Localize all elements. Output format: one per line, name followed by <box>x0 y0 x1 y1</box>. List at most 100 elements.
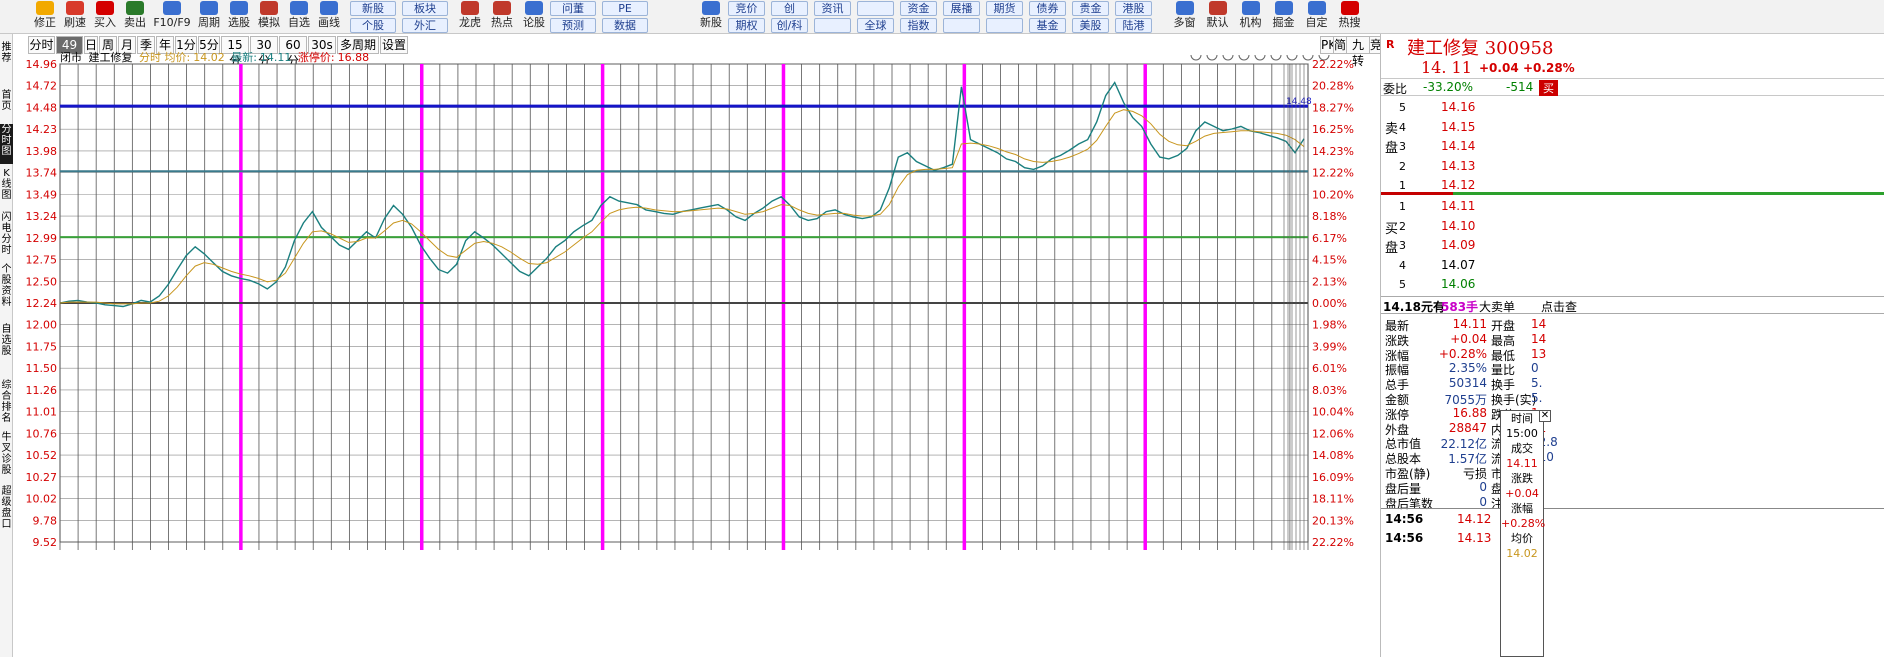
hand-icon[interactable] <box>1270 55 1282 61</box>
hot-search-button[interactable]: 热搜 <box>1333 0 1366 34</box>
dragon-button[interactable]: 龙虎 <box>454 0 486 34</box>
f10-button[interactable]: F10/F9 <box>150 0 194 34</box>
sell-button[interactable]: 卖出 <box>120 0 150 34</box>
discuss-button[interactable]: 论股 <box>518 0 550 34</box>
toolbar-pill-bottom[interactable]: 全球 <box>857 18 894 33</box>
multi-window-icon <box>1175 1 1194 15</box>
new-stock-icon <box>702 1 720 15</box>
toolbar-pill-bottom[interactable]: 数据 <box>602 18 648 33</box>
toolbar-pill-bottom[interactable]: 个股 <box>350 18 396 33</box>
simulate-button[interactable]: 模拟 <box>254 0 284 34</box>
tooltip-deal-label: 成交 <box>1511 442 1533 455</box>
toolbar-pill-bottom[interactable]: 期权 <box>728 18 765 33</box>
toolbar-pill-bottom[interactable]: 基金 <box>1029 18 1066 33</box>
leftnav-item-4[interactable]: 闪电分时 <box>0 212 13 262</box>
close-icon[interactable]: ✕ <box>1539 410 1551 422</box>
sell-level-row[interactable]: 5 14.16 <box>1381 98 1884 118</box>
select-stock-button[interactable]: 选股 <box>224 0 254 34</box>
toolbar-pill-bottom[interactable]: 指数 <box>900 18 937 33</box>
sell-level-row[interactable]: 3 14.14 <box>1381 137 1884 157</box>
buy-button[interactable]: 买入 <box>90 0 120 34</box>
tab-period-14[interactable]: 设置 <box>380 36 408 54</box>
buy-icon <box>96 1 114 15</box>
multi-window-button[interactable]: 多窗 <box>1168 0 1201 34</box>
y-tick-label-right: 12.22% <box>1312 167 1354 180</box>
leftnav-item-7[interactable]: 综合排名 <box>0 380 13 428</box>
dig-gold-button[interactable]: 掘金 <box>1267 0 1300 34</box>
clock-button[interactable]: 刷速 <box>60 0 90 34</box>
leftnav-item-1[interactable]: 首页 <box>0 90 13 112</box>
lock-icon[interactable] <box>1254 55 1266 61</box>
sell-level-row[interactable]: 2 14.13 <box>1381 157 1884 177</box>
buy-level-row[interactable]: 1 14.11 <box>1381 197 1884 217</box>
toolbar-pill-top[interactable]: 问董 <box>550 1 596 16</box>
leftnav-item-8[interactable]: 牛叉诊股 <box>0 432 13 482</box>
y-tick-label-left: 10.02 <box>26 493 58 506</box>
chart-svg[interactable]: 14.96 22.22%14.72 20.28%14.48 18.27%14.23 16… <box>14 55 1380 657</box>
toolbar-pill-top[interactable]: 债券 <box>1029 1 1066 16</box>
toolbar-pill-bottom[interactable]: 陆港 <box>1115 18 1152 33</box>
y-tick-label-left: 11.50 <box>26 362 58 375</box>
big-order-line[interactable]: 14.18元有 583手 大卖单 点击查 <box>1381 296 1884 314</box>
toolbar-pair: 资讯 <box>814 1 851 35</box>
toolbar-pill-top[interactable]: 新股 <box>350 1 396 16</box>
toolbar-pill-top[interactable]: 贵金 <box>1072 1 1109 16</box>
toolbar-pair: 全球 <box>857 1 894 35</box>
toolbar-pill-top[interactable]: 竞价 <box>728 1 765 16</box>
new-stock-button[interactable]: 新股 <box>694 0 728 34</box>
stat-value: 16.88 <box>1452 405 1487 420</box>
intraday-chart[interactable]: 14.96 22.22% 14.72 20.28% 14.48 18.27% 14.23 16… <box>14 55 1380 657</box>
chart-tool-tab-0[interactable]: PK <box>1320 36 1336 54</box>
toolbar-pill-top[interactable]: 期货 <box>986 1 1023 16</box>
default-button[interactable]: 默认 <box>1201 0 1234 34</box>
toolbar-pill-bottom[interactable] <box>943 18 980 33</box>
quick-buy-button[interactable]: 买 <box>1539 80 1558 96</box>
toolbar-pill-top[interactable]: 港股 <box>1115 1 1152 16</box>
cart-icon[interactable] <box>1238 55 1250 61</box>
leftnav-item-3[interactable]: K线图 <box>0 168 13 208</box>
refresh-button[interactable]: 修正 <box>30 0 60 34</box>
lock-icon[interactable] <box>1286 55 1298 61</box>
toolbar-pill-bottom[interactable]: 美股 <box>1072 18 1109 33</box>
favorite-button[interactable]: 自选 <box>284 0 314 34</box>
period-button[interactable]: 周期 <box>194 0 224 34</box>
toolbar-pill-bottom[interactable]: 预测 <box>550 18 596 33</box>
draw-line-button[interactable]: 画线 <box>314 0 344 34</box>
leftnav-item-6[interactable]: 自选股 <box>0 324 13 376</box>
big-order-hint[interactable]: 点击查 <box>1541 298 1577 315</box>
toolbar-pill-top[interactable]: 展播 <box>943 1 980 16</box>
leftnav-item-2[interactable]: 分时图 <box>0 124 13 164</box>
tab-period-0[interactable]: 分时 <box>28 36 55 54</box>
quote-stat-row: 涨停16.88跌停1 <box>1381 405 1884 422</box>
stat-value: 28847 <box>1448 420 1487 435</box>
toolbar-label: 自定 <box>1305 16 1328 29</box>
toolbar-pill-bottom[interactable] <box>986 18 1023 33</box>
tooltip-time-value: 15:00 <box>1506 427 1538 440</box>
buy-level-row[interactable]: 5 14.06 <box>1381 275 1884 295</box>
current-price: 14. 11 <box>1421 58 1472 77</box>
buy-level-row[interactable]: 4 14.07 <box>1381 256 1884 276</box>
gear-icon[interactable] <box>1190 55 1202 61</box>
toolbar-pill-top[interactable]: 板块 <box>402 1 448 16</box>
chart-tool-tab-2[interactable]: 九转 <box>1346 36 1370 68</box>
leftnav-item-5[interactable]: 个股资料 <box>0 264 13 320</box>
chart-tool-tab-1[interactable]: 简 <box>1333 36 1347 54</box>
sell-level-row[interactable]: 4 14.15 <box>1381 118 1884 138</box>
pen-icon[interactable] <box>1206 55 1218 61</box>
institution-button[interactable]: 机构 <box>1234 0 1267 34</box>
eye-icon[interactable] <box>1222 55 1234 61</box>
toolbar-pill-bottom[interactable]: 外汇 <box>402 18 448 33</box>
leftnav-item-0[interactable]: 推荐 <box>0 42 13 64</box>
toolbar-pill-bottom[interactable]: 创/科 <box>771 18 808 33</box>
toolbar-pill-top[interactable]: 创 <box>771 1 808 16</box>
toolbar-pill-top[interactable]: 资金 <box>900 1 937 16</box>
leftnav-item-9[interactable]: 超级盘口 <box>0 486 13 542</box>
toolbar-pill-top[interactable]: PE <box>602 1 648 16</box>
custom-button[interactable]: 自定 <box>1300 0 1333 34</box>
hotspot-button[interactable]: 热点 <box>486 0 518 34</box>
buy-level-row[interactable]: 3 14.09 <box>1381 236 1884 256</box>
toolbar-pill-bottom[interactable] <box>814 18 851 33</box>
buy-level-row[interactable]: 2 14.10 <box>1381 217 1884 237</box>
toolbar-pill-top[interactable] <box>857 1 894 16</box>
toolbar-pill-top[interactable]: 资讯 <box>814 1 851 16</box>
